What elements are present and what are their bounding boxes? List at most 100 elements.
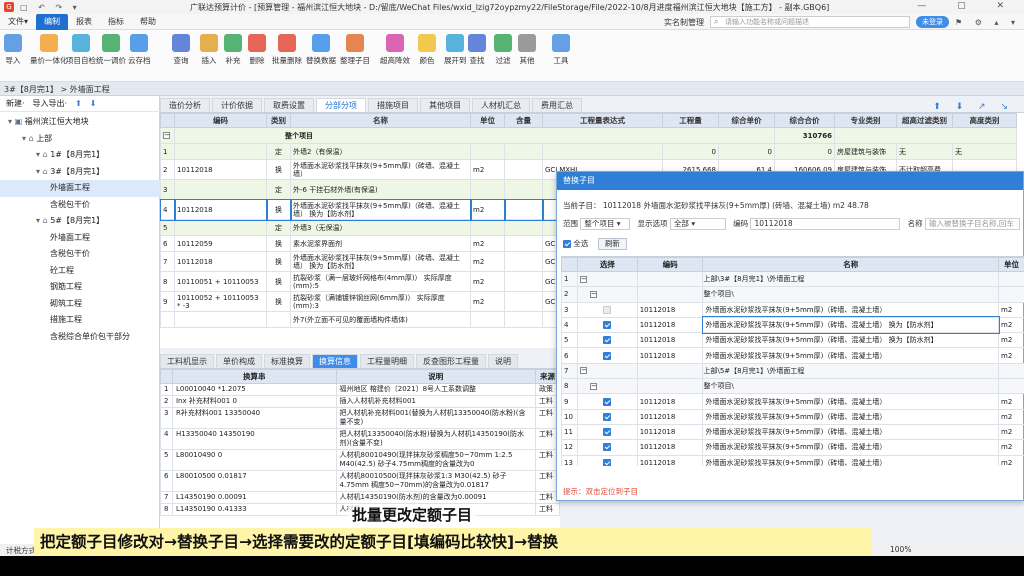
cell-name[interactable]: 外墙面水泥砂浆找平抹灰(9+5mm厚)（砖墙、混凝土墙） 换为【防水剂】 [289,198,472,221]
cell-name[interactable]: 素水泥浆界面剂 [290,235,471,252]
row-checkbox[interactable] [603,458,612,466]
toolbar-button-5[interactable]: 查询 [172,34,190,66]
tree-node[interactable]: ▾ ⌂ 3#【8月完1】 [0,164,160,181]
row-checkbox[interactable] [603,351,612,360]
menu-item-4[interactable]: 帮助 [132,14,164,30]
row-checkbox[interactable] [603,428,612,437]
table-row[interactable]: 1 L00010040 *1.2075 福州地区 榕建价〔2021〕8号人工系数调整… [160,383,560,396]
cell-code[interactable] [174,143,267,160]
cell-code[interactable]: 10110052 + 10110053 * -3 [174,291,267,312]
row-checkbox[interactable] [603,336,612,345]
table-row[interactable]: 10 10112018 外墙面水泥砂浆找平抹灰(9+5mm厚)（砖墙、混凝土墙） m2 [561,408,1024,425]
cell-select[interactable] [576,423,638,441]
tab-3[interactable]: 分部分项 [316,98,366,112]
move-up-icon[interactable]: ⬆ [75,99,82,108]
table-row[interactable]: 2 Inx 补充材料001 0 插入人材机补充材料001 工料 [160,395,560,408]
toolbar-button-17[interactable]: 其他 [518,34,536,66]
tree-node[interactable]: 外墙面工程 [0,230,160,247]
cell-select[interactable] [576,393,638,410]
tree-node[interactable]: 外墙面工程 [0,180,160,197]
row-checkbox[interactable] [603,443,612,452]
row-checkbox[interactable] [603,321,612,330]
toolbar-button-1[interactable]: 量价一体化 [30,34,68,66]
cell-select[interactable]: − [576,362,638,380]
code-input[interactable]: 10112018 [750,218,901,230]
table-row[interactable]: 4 H13350040 14350190 把人材机13350040(防水粉)替换为人… [160,428,560,450]
table-row[interactable]: 11 10112018 外墙面水泥砂浆找平抹灰(9+5mm厚)（砖墙、混凝土墙） m2 [561,423,1024,441]
menu-item-0[interactable]: 文件▾ [0,14,36,30]
table-row[interactable]: 13 10112018 外墙面水泥砂浆找平抹灰(9+5mm厚)（砖墙、混凝土墙） m2 [561,454,1024,466]
cell-select[interactable]: − [576,270,638,288]
tree-node[interactable]: 含税包干价 [0,246,160,263]
table-row[interactable]: 6 L80010500 0.01817 人材机80010500(现拌抹灰砂浆1:3 … [160,470,560,492]
toolbar-button-7[interactable]: 补充 [224,34,242,66]
new-button[interactable]: 新建· [6,98,25,109]
cell-code[interactable]: 10112059 [174,235,267,252]
toolbar-button-13[interactable]: 颜色 [418,34,436,66]
toolbar-button-6[interactable]: 插入 [200,34,218,66]
detail-tab-3[interactable]: 换算信息 [312,354,358,368]
toolbar-button-18[interactable]: 工具 [552,34,570,66]
table-row[interactable]: 12 10112018 外墙面水泥砂浆找平抹灰(9+5mm厚)（砖墙、混凝土墙） m2 [561,439,1024,456]
cell-code[interactable] [174,311,267,328]
cell-name[interactable]: 外墙3（无保温） [290,219,471,236]
table-row[interactable]: 5 L80010490 0 人材机80010490(现拌抹灰砂浆稠度50~70mm … [160,449,560,471]
table-row[interactable]: 7 L14350190 0.00091 人材机14350190(防水剂)的含量改为0… [160,491,560,504]
cell-name[interactable]: 抗裂砂浆（满一层玻纤网格布(4mm厚)） 实际厚度(mm):5 [290,271,471,292]
refresh-button[interactable]: 刷新 [597,238,627,250]
tree-node[interactable]: 含税包干价 [0,197,160,214]
cell-code[interactable] [174,179,267,200]
detail-tab-0[interactable]: 工料机显示 [160,354,214,368]
detail-tab-6[interactable]: 说明 [488,354,518,368]
collapse-icon[interactable]: − [579,367,587,375]
table-row[interactable]: 3 R补充材料001 13350040 把人材机补充材料001(替换为人材机1335… [160,407,560,429]
cell-code[interactable]: 10110051 + 10110053 [174,271,267,292]
toolbar-button-8[interactable]: 删除 [248,34,266,66]
table-row[interactable]: 2 − 整个项目\ [561,286,1024,303]
realname-link[interactable]: 实名制管理 [664,17,704,28]
menu-item-2[interactable]: 报表 [68,14,100,30]
table-row[interactable]: 8 − 整个项目\ [561,378,1024,395]
collapse-icon[interactable]: − [579,275,587,283]
grid-nav-arrows[interactable]: ⬆ ⬇ ↗ ↘ [933,102,1024,112]
cell-code[interactable]: 10112018 [174,159,267,180]
tree-node[interactable]: ▾ ▣ 福州滨江恒大地块 [0,114,160,131]
cell-name[interactable]: 外墙2（有保温） [290,143,471,160]
table-row[interactable]: 1− 上部\3#【8月完1】\外墙面工程 [561,270,1024,288]
table-row[interactable]: 1 定外墙2（有保温） 0 0 0 房屋建筑与装饰无无 [160,143,1017,160]
cell-select[interactable] [576,439,638,456]
cell-select[interactable] [576,454,638,466]
scope-select[interactable]: 整个项目 ▾ [580,218,631,230]
cell-select[interactable]: − [576,286,638,303]
toolbar-button-11[interactable]: 整理子目 [340,34,370,66]
display-select[interactable]: 全部 ▾ [669,218,726,230]
tab-5[interactable]: 其他项目 [420,98,470,112]
login-button[interactable]: 未登录 [915,16,949,28]
menu-item-3[interactable]: 指标 [100,14,132,30]
tree-node[interactable]: ▾ ⌂ 1#【8月完1】 [0,147,160,164]
toolbar-button-15[interactable]: 查找 [468,34,486,66]
cell-select[interactable] [576,332,638,349]
detail-tab-5[interactable]: 反查图形工程量 [416,354,486,368]
tree-node[interactable]: ▾ ⌂ 上部 [0,131,160,148]
toolbar-button-3[interactable]: 统一调价 [96,34,126,66]
toolbar-button-12[interactable]: 超高降效 [380,34,410,66]
toolbar-button-4[interactable]: 云存档 [128,34,151,66]
table-row[interactable]: 6 10112018 外墙面水泥砂浆找平抹灰(9+5mm厚)（砖墙、混凝土墙） m2 [561,347,1024,364]
tab-1[interactable]: 计价依据 [212,98,262,112]
menu-item-1[interactable]: 编制 [36,13,69,30]
collapse-icon[interactable]: − [163,132,170,139]
cell-name[interactable]: 外7(外立面不可见的覆面墙构件墙体) [290,311,471,328]
detail-tab-2[interactable]: 标准换算 [264,354,310,368]
collapse-icon[interactable]: − [589,382,597,390]
tab-7[interactable]: 费用汇总 [532,98,582,112]
tab-4[interactable]: 措施项目 [368,98,418,112]
cell-select[interactable] [576,316,638,334]
cell-select[interactable] [576,301,638,318]
tab-2[interactable]: 取费设置 [264,98,314,112]
tree-node[interactable]: ▾ ⌂ 5#【8月完1】 [0,213,160,230]
cell-code[interactable]: 10112018 [173,198,268,221]
row-checkbox[interactable] [603,397,612,406]
tree-node[interactable]: 砼工程 [0,263,160,280]
quick-access-icons[interactable]: ▢ ↶ ↷ ▾ [20,3,81,12]
